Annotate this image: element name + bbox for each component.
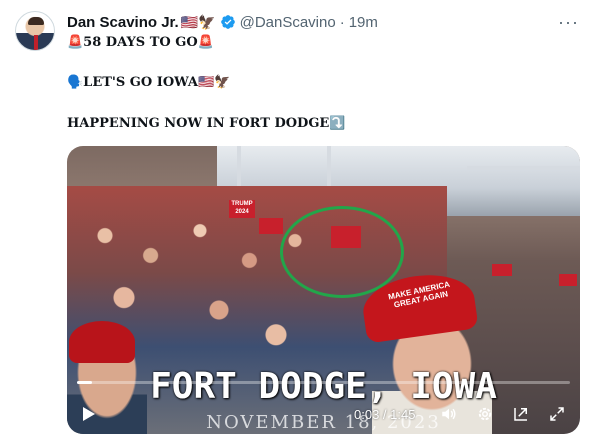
- more-options-icon[interactable]: ···: [558, 12, 579, 33]
- volume-button[interactable]: [439, 404, 459, 424]
- video-controls: 0:03 / 1:45: [67, 394, 580, 434]
- author-name[interactable]: Dan Scavino Jr.: [67, 14, 179, 31]
- video-progress-fill: [77, 381, 92, 384]
- avatar[interactable]: [15, 11, 55, 51]
- fullscreen-button[interactable]: [547, 404, 567, 424]
- video-timecode: 0:03 / 1:45: [354, 407, 415, 422]
- timestamp[interactable]: 19m: [349, 14, 378, 31]
- avatar-hair: [28, 17, 44, 25]
- tweet-header: Dan Scavino Jr. 🇺🇸🦅 @DanScavino · 19m: [67, 12, 378, 32]
- author-emoji: 🇺🇸🦅: [180, 13, 216, 30]
- play-button[interactable]: [79, 404, 99, 424]
- play-icon: [83, 407, 95, 421]
- separator-dot: ·: [339, 13, 345, 31]
- ceiling-beam: [467, 166, 580, 170]
- author-handle[interactable]: @DanScavino: [240, 14, 336, 31]
- tweet-text-line-1: 🚨58 DAYS TO GO🚨: [67, 35, 214, 50]
- tweet-text-line-3: HAPPENING NOW IN FORT DODGE⤵️: [67, 116, 346, 131]
- trump-sign: [492, 264, 512, 276]
- settings-button[interactable]: [475, 404, 495, 424]
- current-time: 0:03: [354, 407, 380, 422]
- tweet-text-line-2: 🗣️LET'S GO IOWA🇺🇸🦅: [67, 75, 231, 90]
- maga-hat-left: [69, 321, 135, 363]
- verified-badge-icon: [220, 15, 235, 29]
- avatar-tie: [34, 35, 38, 50]
- trump-sign: [559, 274, 577, 286]
- settings-icon: [478, 407, 492, 421]
- trump-sign: TRUMP 2024: [229, 200, 255, 218]
- trump-sign-label: TRUMP 2024: [231, 201, 253, 215]
- popout-button[interactable]: [511, 404, 531, 424]
- video-player[interactable]: TRUMP 2024 MAKE AMERICA GREAT AGAIN FORT…: [67, 146, 580, 434]
- popout-icon: [514, 408, 527, 421]
- volume-icon: [442, 408, 456, 420]
- time-separator: /: [379, 407, 391, 422]
- fullscreen-icon: [550, 407, 564, 421]
- duration: 1:45: [390, 407, 416, 422]
- trump-sign: [259, 218, 283, 234]
- video-progress-bar[interactable]: [77, 381, 570, 384]
